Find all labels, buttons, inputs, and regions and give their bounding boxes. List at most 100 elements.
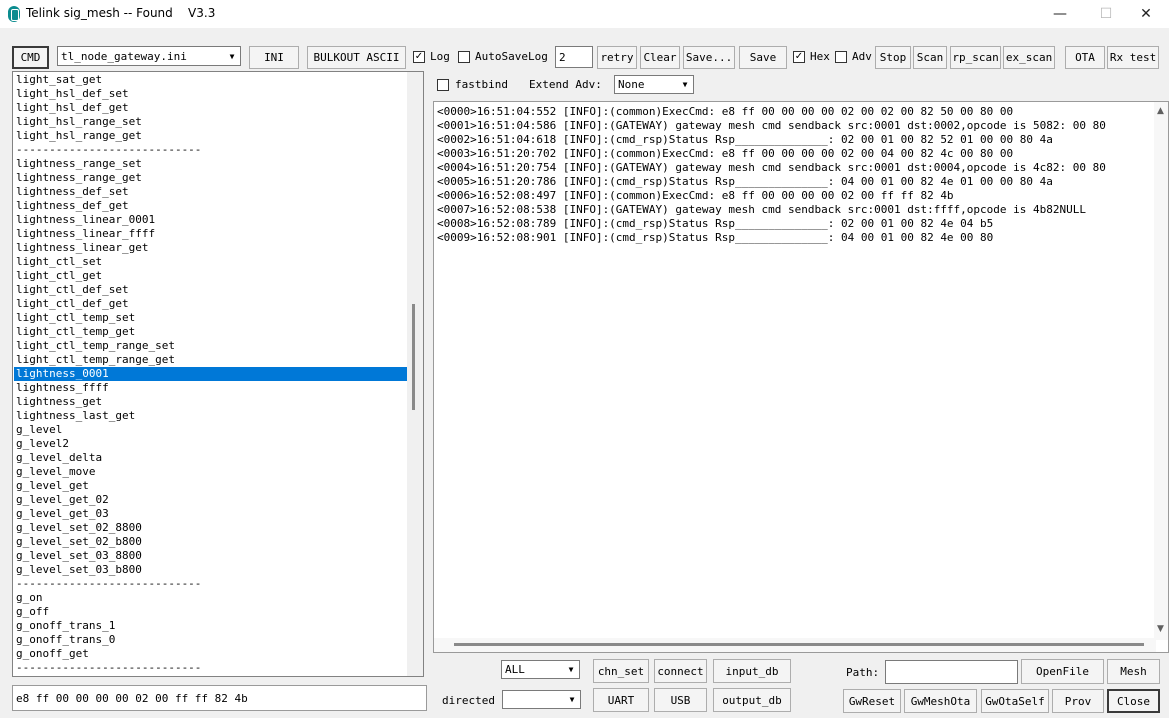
command-list-item[interactable]: ---------------------------- bbox=[14, 577, 407, 591]
command-list-item[interactable]: g_onoff_trans_1 bbox=[14, 619, 407, 633]
save-button[interactable]: Save bbox=[739, 46, 787, 69]
command-list-item[interactable]: g_level_set_02_8800 bbox=[14, 521, 407, 535]
log-vertical-scrollbar[interactable]: ▲ ▼ bbox=[1154, 102, 1168, 640]
hex-checkbox[interactable]: ✓ bbox=[793, 51, 805, 63]
log-view[interactable]: <0000>16:51:04:552 [INFO]:(common)ExecCm… bbox=[433, 101, 1169, 653]
directed-label: directed bbox=[442, 694, 495, 707]
command-list[interactable]: light_sat_get light_hsl_def_set light_hsl_… bbox=[12, 71, 424, 677]
close-button[interactable]: Close bbox=[1107, 689, 1160, 713]
command-list-item[interactable]: g_level bbox=[14, 423, 407, 437]
command-list-item[interactable]: lightness_linear_0001 bbox=[14, 213, 407, 227]
command-list-item[interactable]: g_level_delta bbox=[14, 451, 407, 465]
command-list-item[interactable]: light_ctl_temp_range_get bbox=[14, 353, 407, 367]
path-input[interactable] bbox=[885, 660, 1018, 684]
command-list-item[interactable]: g_onoff_trans_0 bbox=[14, 633, 407, 647]
log-line: <0008>16:52:08:789 [INFO]:(cmd_rsp)Statu… bbox=[437, 217, 994, 230]
command-list-item[interactable]: lightness_last_get bbox=[14, 409, 407, 423]
ini-file-select[interactable]: tl_node_gateway.ini ▼ bbox=[57, 46, 241, 66]
command-list-item[interactable]: lightness_def_get bbox=[14, 199, 407, 213]
command-list-item[interactable]: g_level_set_03_b800 bbox=[14, 563, 407, 577]
minimize-button[interactable]: — bbox=[1037, 0, 1083, 28]
chevron-down-icon[interactable]: ▼ bbox=[563, 661, 579, 678]
command-list-item[interactable]: g_onoff_get bbox=[14, 647, 407, 661]
command-list-item[interactable]: light_hsl_def_set bbox=[14, 87, 407, 101]
open-file-button[interactable]: OpenFile bbox=[1021, 659, 1104, 684]
input-db-button[interactable]: input_db bbox=[713, 659, 791, 683]
command-list-item[interactable]: g_level_get_03 bbox=[14, 507, 407, 521]
command-list-item[interactable]: light_ctl_temp_get bbox=[14, 325, 407, 339]
extend-adv-label: Extend Adv: bbox=[529, 78, 602, 91]
command-list-item[interactable]: g_on bbox=[14, 591, 407, 605]
mesh-button[interactable]: Mesh bbox=[1107, 659, 1160, 684]
command-list-item[interactable]: lightness_get bbox=[14, 395, 407, 409]
retry-button[interactable]: retry bbox=[597, 46, 637, 69]
chn-set-button[interactable]: chn_set bbox=[593, 659, 649, 683]
command-list-item[interactable]: ---------------------------- bbox=[14, 143, 407, 157]
extend-adv-select[interactable]: None ▼ bbox=[614, 75, 694, 94]
command-list-item[interactable]: g_off bbox=[14, 605, 407, 619]
command-input[interactable]: e8 ff 00 00 00 00 02 00 ff ff 82 4b bbox=[12, 685, 427, 711]
autosave-log-checkbox[interactable] bbox=[458, 51, 470, 63]
clear-button[interactable]: Clear bbox=[640, 46, 680, 69]
connect-button[interactable]: connect bbox=[654, 659, 707, 683]
command-list-item[interactable]: lightness_ffff bbox=[14, 381, 407, 395]
command-list-item[interactable]: lightness_linear_ffff bbox=[14, 227, 407, 241]
log-horizontal-scroll-thumb[interactable] bbox=[454, 643, 1144, 646]
rx-test-button[interactable]: Rx test bbox=[1107, 46, 1159, 69]
command-list-item[interactable]: light_hsl_range_set bbox=[14, 115, 407, 129]
command-list-item[interactable]: light_ctl_set bbox=[14, 255, 407, 269]
command-list-item[interactable]: lightness_0001 bbox=[14, 367, 407, 381]
gw-mesh-ota-button[interactable]: GwMeshOta bbox=[904, 689, 977, 713]
cmd-button[interactable]: CMD bbox=[12, 46, 49, 69]
log-line: <0002>16:51:04:618 [INFO]:(cmd_rsp)Statu… bbox=[437, 133, 1053, 146]
scroll-down-icon[interactable]: ▼ bbox=[1157, 624, 1164, 634]
command-list-scroll-thumb[interactable] bbox=[412, 304, 415, 410]
command-list-scrollbar[interactable] bbox=[407, 72, 423, 676]
command-list-item[interactable]: g_level_get bbox=[14, 479, 407, 493]
log-checkbox[interactable]: ✓ bbox=[413, 51, 425, 63]
scroll-up-icon[interactable]: ▲ bbox=[1157, 106, 1164, 116]
fastbind-checkbox[interactable] bbox=[437, 79, 449, 91]
gw-reset-button[interactable]: GwReset bbox=[843, 689, 901, 713]
close-window-button[interactable]: ✕ bbox=[1123, 0, 1169, 28]
ini-button[interactable]: INI bbox=[249, 46, 299, 69]
uart-button[interactable]: UART bbox=[593, 688, 649, 712]
gw-ota-self-button[interactable]: GwOtaSelf bbox=[981, 689, 1049, 713]
command-list-item[interactable]: light_ctl_get bbox=[14, 269, 407, 283]
retry-count-input[interactable]: 2 bbox=[555, 46, 593, 68]
chevron-down-icon[interactable]: ▼ bbox=[564, 691, 580, 708]
command-list-item[interactable]: light_ctl_temp_set bbox=[14, 311, 407, 325]
command-list-item[interactable]: g_level_get_02 bbox=[14, 493, 407, 507]
stop-button[interactable]: Stop bbox=[875, 46, 911, 69]
save-as-button[interactable]: Save... bbox=[683, 46, 735, 69]
command-list-item[interactable]: g_level_set_02_b800 bbox=[14, 535, 407, 549]
command-list-item[interactable]: light_hsl_def_get bbox=[14, 101, 407, 115]
command-list-item[interactable]: light_sat_get bbox=[14, 73, 407, 87]
adv-checkbox[interactable] bbox=[835, 51, 847, 63]
bulkout-ascii-button[interactable]: BULKOUT ASCII bbox=[307, 46, 406, 69]
directed-select[interactable]: ▼ bbox=[502, 690, 581, 709]
command-list-item[interactable]: lightness_linear_get bbox=[14, 241, 407, 255]
command-list-item[interactable]: lightness_range_get bbox=[14, 171, 407, 185]
scan-button[interactable]: Scan bbox=[913, 46, 947, 69]
ex-scan-button[interactable]: ex_scan bbox=[1003, 46, 1055, 69]
command-list-item[interactable]: light_ctl_def_set bbox=[14, 283, 407, 297]
command-list-item[interactable]: light_ctl_def_get bbox=[14, 297, 407, 311]
command-list-item[interactable]: g_level_move bbox=[14, 465, 407, 479]
command-list-item[interactable]: light_hsl_range_get bbox=[14, 129, 407, 143]
command-list-item[interactable]: light_ctl_temp_range_set bbox=[14, 339, 407, 353]
usb-button[interactable]: USB bbox=[654, 688, 707, 712]
ota-button[interactable]: OTA bbox=[1065, 46, 1105, 69]
log-horizontal-scrollbar[interactable] bbox=[434, 638, 1156, 652]
prov-button[interactable]: Prov bbox=[1052, 689, 1104, 713]
output-db-button[interactable]: output_db bbox=[713, 688, 791, 712]
command-list-item[interactable]: ---------------------------- bbox=[14, 661, 407, 675]
filter-select[interactable]: ALL ▼ bbox=[501, 660, 580, 679]
chevron-down-icon[interactable]: ▼ bbox=[224, 47, 240, 65]
command-list-item[interactable]: lightness_def_set bbox=[14, 185, 407, 199]
command-list-item[interactable]: lightness_range_set bbox=[14, 157, 407, 171]
rp-scan-button[interactable]: rp_scan bbox=[950, 46, 1001, 69]
command-list-item[interactable]: g_level_set_03_8800 bbox=[14, 549, 407, 563]
chevron-down-icon[interactable]: ▼ bbox=[677, 76, 693, 93]
command-list-item[interactable]: g_level2 bbox=[14, 437, 407, 451]
